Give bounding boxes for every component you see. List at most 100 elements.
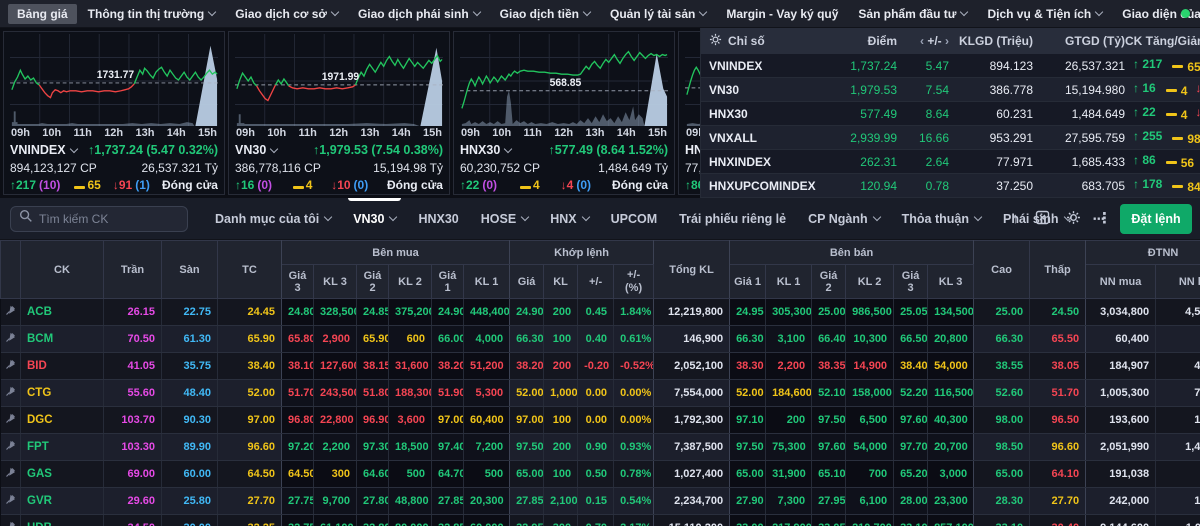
sell-cell-4[interactable]: 6,100	[845, 487, 895, 515]
gear-icon[interactable]	[709, 33, 722, 49]
symbol-cell[interactable]: GVR	[20, 487, 104, 515]
match-cell-2[interactable]: 100	[543, 406, 579, 434]
col-sell-kl3[interactable]: KL 3	[927, 264, 975, 299]
index-name-dropdown[interactable]: HNX30	[460, 143, 513, 157]
sell-cell-4[interactable]: 10,300	[845, 325, 895, 353]
col-tc[interactable]: TC	[217, 240, 282, 299]
match-cell-4[interactable]: -0.52%	[613, 352, 655, 380]
pin-icon[interactable]	[0, 298, 21, 326]
sell-cell-4[interactable]: 54,000	[845, 433, 895, 461]
col-nn-mua[interactable]: NN mua	[1085, 264, 1157, 299]
buy-cell-6[interactable]: 60,000	[463, 514, 511, 526]
pin-icon[interactable]	[0, 460, 21, 488]
pin-icon[interactable]	[0, 433, 21, 461]
sell-cell-6[interactable]: 20,800	[927, 325, 975, 353]
buy-cell-6[interactable]: 7,200	[463, 433, 511, 461]
match-cell-2[interactable]: 200	[543, 352, 579, 380]
sell-cell-2[interactable]: 31,900	[765, 460, 813, 488]
buy-cell-5[interactable]: 27.85	[431, 487, 464, 515]
tab-hose[interactable]: HOSE	[470, 198, 539, 240]
match-cell-2[interactable]: 100	[543, 325, 579, 353]
nav-item-1[interactable]: Bảng giá	[8, 3, 77, 24]
sell-cell-2[interactable]: 2,200	[765, 352, 813, 380]
sell-cell-3[interactable]: 97.50	[811, 406, 847, 434]
sell-cell-5[interactable]: 25.05	[893, 298, 929, 326]
match-cell-4[interactable]: 0.61%	[613, 325, 655, 353]
match-cell-3[interactable]: 0.15	[577, 487, 615, 515]
col-match-chgpct[interactable]: +/- (%)	[613, 264, 655, 299]
sell-cell-3[interactable]: 97.60	[811, 433, 847, 461]
sell-cell-4[interactable]: 14,900	[845, 352, 895, 380]
col-cao[interactable]: Cao	[973, 240, 1031, 299]
sell-cell-6[interactable]: 134,500	[927, 298, 975, 326]
nav-item-6[interactable]: Quản lý tài sản	[601, 4, 715, 24]
symbol-cell[interactable]: BID	[20, 352, 104, 380]
prev-arrow-icon[interactable]: ‹	[920, 34, 924, 48]
match-cell-1[interactable]: 27.85	[509, 487, 545, 515]
sell-cell-1[interactable]: 66.30	[729, 325, 767, 353]
sell-cell-2[interactable]: 75,300	[765, 433, 813, 461]
buy-cell-4[interactable]: 3,600	[388, 406, 432, 434]
match-cell-1[interactable]: 52.00	[509, 379, 545, 407]
place-order-button[interactable]: Đặt lệnh	[1120, 203, 1192, 234]
sell-cell-1[interactable]: 97.50	[729, 433, 767, 461]
buy-cell-6[interactable]: 448,400	[463, 298, 511, 326]
pin-icon[interactable]	[0, 352, 21, 380]
sell-cell-5[interactable]: 65.20	[893, 460, 929, 488]
symbol-cell[interactable]: HDB	[20, 514, 104, 526]
sell-cell-6[interactable]: 116,500	[927, 379, 975, 407]
buy-cell-5[interactable]: 97.40	[431, 433, 464, 461]
tab-upcom[interactable]: UPCOM	[600, 198, 669, 240]
buy-cell-5[interactable]: 64.70	[431, 460, 464, 488]
upload-icon[interactable]: ↑	[1012, 211, 1020, 226]
buy-cell-2[interactable]: 300	[313, 460, 357, 488]
buy-cell-1[interactable]: 65.80	[281, 325, 314, 353]
buy-cell-6[interactable]: 500	[463, 460, 511, 488]
tab-hnx30[interactable]: HNX30	[407, 198, 469, 240]
match-cell-4[interactable]: 0.00%	[613, 379, 655, 407]
symbol-cell[interactable]: DGC	[20, 406, 104, 434]
buy-cell-1[interactable]: 27.75	[281, 487, 314, 515]
col-match-chg[interactable]: +/-	[577, 264, 615, 299]
buy-cell-3[interactable]: 97.30	[356, 433, 389, 461]
buy-cell-2[interactable]: 2,200	[313, 433, 357, 461]
index-row-VN30[interactable]: VN30 1,979.53 7.54 386.778 15,194.980 ↑ 16 4 ↓ …	[701, 78, 1200, 102]
match-cell-1[interactable]: 97.50	[509, 433, 545, 461]
excel-export-icon[interactable]	[1035, 210, 1050, 228]
match-cell-1[interactable]: 65.00	[509, 460, 545, 488]
buy-cell-5[interactable]: 51.90	[431, 379, 464, 407]
match-cell-4[interactable]: 0.78%	[613, 460, 655, 488]
buy-cell-6[interactable]: 60,400	[463, 406, 511, 434]
col-sell-gia2[interactable]: Giá 2	[811, 264, 847, 299]
index-name-dropdown[interactable]: VNINDEX	[10, 143, 78, 157]
index-name-dropdown[interactable]: VN30	[235, 143, 279, 157]
sell-cell-3[interactable]: 65.10	[811, 460, 847, 488]
buy-cell-5[interactable]: 38.20	[431, 352, 464, 380]
kebab-menu-icon[interactable]: ⋮	[1097, 211, 1112, 226]
symbol-cell[interactable]: GAS	[20, 460, 104, 488]
search-box[interactable]	[10, 205, 188, 232]
match-cell-3[interactable]: 0.00	[577, 379, 615, 407]
col-buy-gia1[interactable]: Giá 1	[431, 264, 464, 299]
buy-cell-3[interactable]: 65.90	[356, 325, 389, 353]
tab-cp-ng-nh[interactable]: CP Ngành	[797, 198, 891, 240]
buy-cell-4[interactable]: 500	[388, 460, 432, 488]
match-cell-4[interactable]: 0.93%	[613, 433, 655, 461]
index-row-VNXALL[interactable]: VNXALL 2,939.99 16.66 953.291 27,595.759 ↑ 25…	[701, 126, 1200, 150]
sell-cell-5[interactable]: 97.60	[893, 406, 929, 434]
match-cell-3[interactable]: 0.00	[577, 406, 615, 434]
tab-tr-i-phi-u-ri-ng-l-[interactable]: Trái phiếu riêng lẻ	[668, 198, 797, 240]
sell-cell-2[interactable]: 200	[765, 406, 813, 434]
col-tong-kl[interactable]: Tổng KL	[653, 240, 731, 299]
pin-icon[interactable]	[0, 514, 21, 526]
buy-cell-1[interactable]: 32.75	[281, 514, 314, 526]
sell-cell-4[interactable]: 6,500	[845, 406, 895, 434]
match-cell-2[interactable]: 200	[543, 433, 579, 461]
match-cell-3[interactable]: 0.40	[577, 325, 615, 353]
col-sell-gia3[interactable]: Giá 3	[893, 264, 929, 299]
col-sell-kl1[interactable]: KL 1	[765, 264, 813, 299]
buy-cell-3[interactable]: 32.80	[356, 514, 389, 526]
sell-cell-5[interactable]: 38.40	[893, 352, 929, 380]
buy-cell-1[interactable]: 51.70	[281, 379, 314, 407]
col-buy-kl3[interactable]: KL 3	[313, 264, 357, 299]
